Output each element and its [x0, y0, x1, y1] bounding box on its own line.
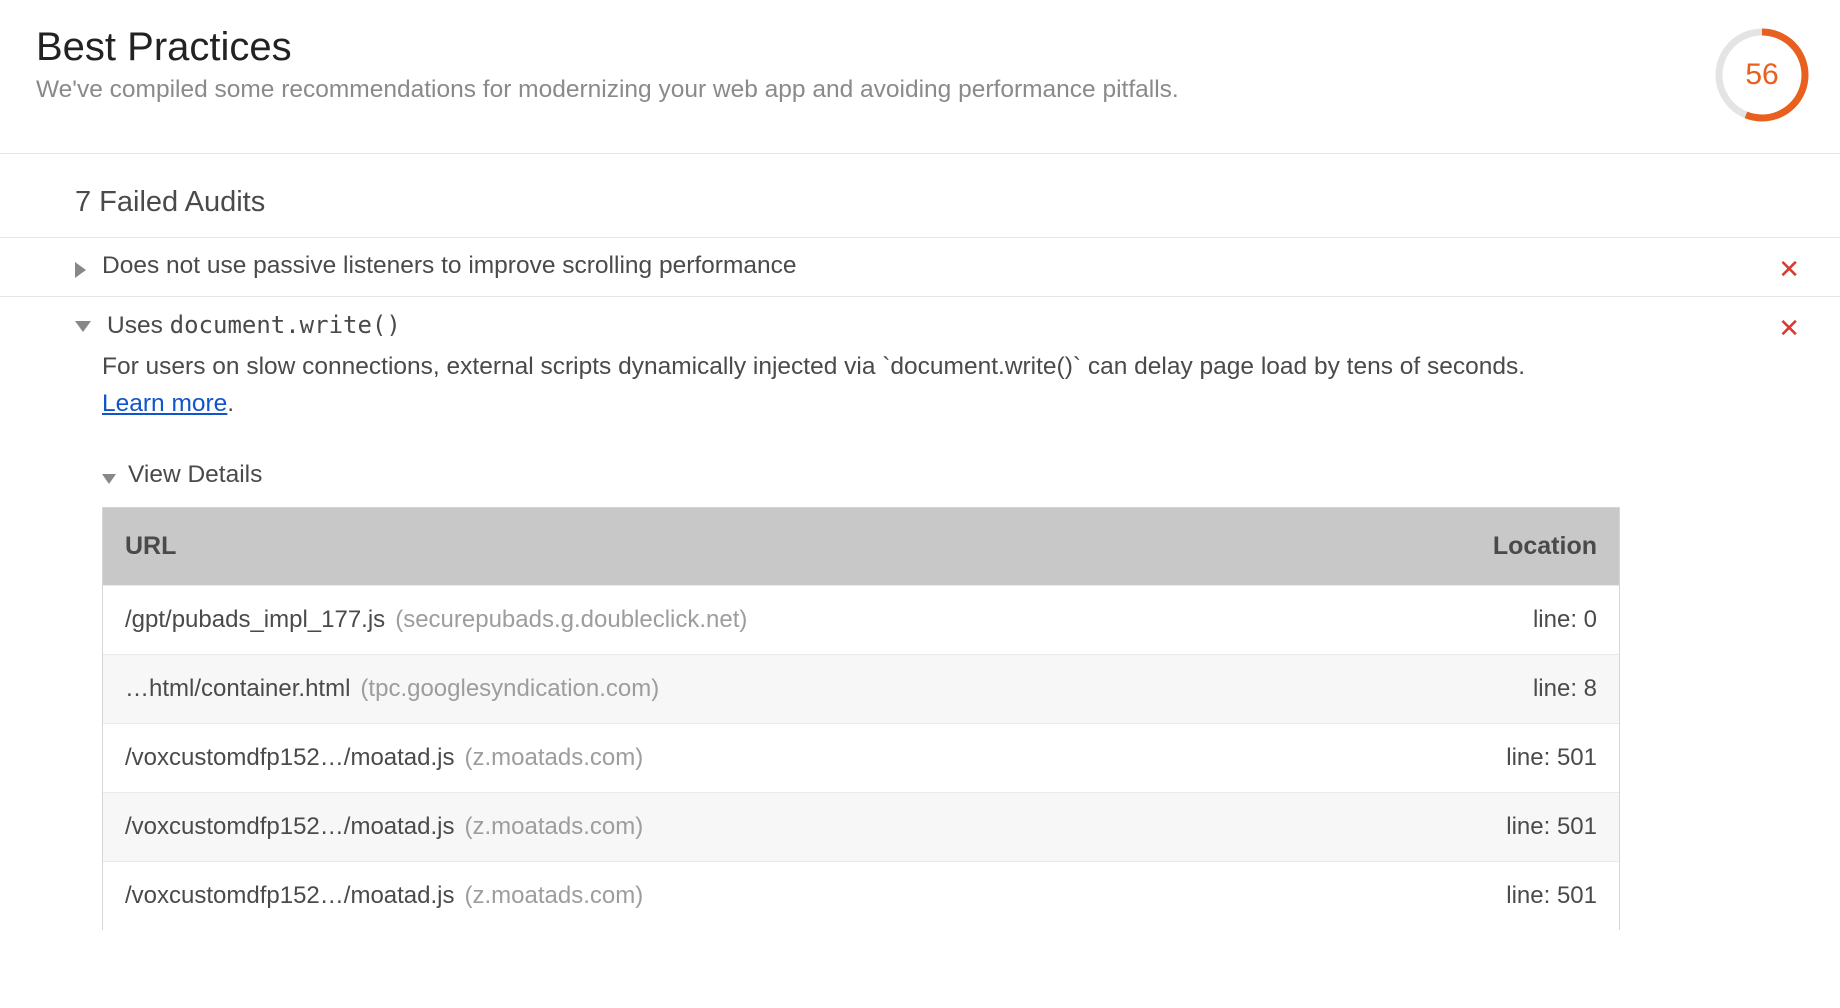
cell-url: /voxcustomdfp152…/moatad.js (z.moatads.co…: [125, 744, 1437, 772]
url-host: (tpc.googlesyndication.com): [360, 675, 659, 702]
cell-url: /voxcustomdfp152…/moatad.js (z.moatads.co…: [125, 813, 1437, 841]
chevron-right-icon: [75, 262, 86, 278]
cell-location: line: 8: [1437, 675, 1597, 703]
audit-item[interactable]: Does not use passive listeners to improv…: [0, 238, 1840, 297]
section-title: 7 Failed Audits: [0, 172, 1840, 238]
cell-url: /voxcustomdfp152…/moatad.js (z.moatads.co…: [125, 882, 1437, 910]
url-path: /voxcustomdfp152…/moatad.js: [125, 882, 455, 909]
col-location: Location: [1437, 532, 1597, 561]
view-details-label: View Details: [128, 461, 262, 489]
learn-more-link[interactable]: Learn more: [102, 390, 227, 417]
url-host: (z.moatads.com): [465, 882, 644, 909]
url-path: …html/container.html: [125, 675, 350, 702]
audit-label-pre: Uses: [107, 312, 170, 339]
cell-location: line: 501: [1437, 882, 1597, 910]
table-row: …html/container.html (tpc.googlesyndicati…: [103, 654, 1619, 723]
audit-item[interactable]: Uses document.write() ✕ For users on slo…: [0, 297, 1840, 930]
audit-description-text: For users on slow connections, external …: [102, 353, 1525, 380]
url-host: (z.moatads.com): [465, 744, 644, 771]
chevron-down-icon: [75, 321, 91, 332]
page-title: Best Practices: [36, 25, 1714, 70]
cell-url: /gpt/pubads_impl_177.js (securepubads.g.d…: [125, 606, 1437, 634]
audit-label: Does not use passive listeners to improv…: [102, 252, 1778, 280]
details-table: URL Location /gpt/pubads_impl_177.js (sec…: [102, 507, 1620, 930]
audit-description: For users on slow connections, external …: [102, 349, 1540, 423]
table-header: URL Location: [103, 508, 1619, 585]
score-gauge: 56: [1714, 27, 1810, 123]
audits-body: 7 Failed Audits Does not use passive lis…: [0, 154, 1840, 930]
url-host: (securepubads.g.doubleclick.net): [395, 606, 747, 633]
page-subtitle: We've compiled some recommendations for …: [36, 76, 1714, 104]
audit-label-code: document.write(): [170, 311, 401, 339]
cell-location: line: 501: [1437, 813, 1597, 841]
fail-icon: ✕: [1778, 252, 1800, 282]
audit-header: Uses document.write() ✕: [75, 311, 1800, 341]
table-row: /voxcustomdfp152…/moatad.js (z.moatads.co…: [103, 792, 1619, 861]
table-row: /voxcustomdfp152…/moatad.js (z.moatads.co…: [103, 723, 1619, 792]
page-header: Best Practices We've compiled some recom…: [0, 0, 1840, 154]
url-host: (z.moatads.com): [465, 813, 644, 840]
cell-location: line: 501: [1437, 744, 1597, 772]
audit-label: Uses document.write(): [107, 311, 1778, 340]
header-text: Best Practices We've compiled some recom…: [36, 25, 1714, 104]
table-row: /voxcustomdfp152…/moatad.js (z.moatads.co…: [103, 861, 1619, 930]
col-url: URL: [125, 532, 1437, 561]
url-path: /voxcustomdfp152…/moatad.js: [125, 744, 455, 771]
cell-url: …html/container.html (tpc.googlesyndicati…: [125, 675, 1437, 703]
fail-icon: ✕: [1778, 311, 1800, 341]
score-value: 56: [1714, 27, 1810, 123]
chevron-down-icon: [102, 474, 116, 484]
audit-header: Does not use passive listeners to improv…: [75, 252, 1800, 282]
url-path: /voxcustomdfp152…/moatad.js: [125, 813, 455, 840]
table-row: /gpt/pubads_impl_177.js (securepubads.g.d…: [103, 585, 1619, 654]
view-details-toggle[interactable]: View Details: [102, 461, 1800, 489]
cell-location: line: 0: [1437, 606, 1597, 634]
url-path: /gpt/pubads_impl_177.js: [125, 606, 385, 633]
